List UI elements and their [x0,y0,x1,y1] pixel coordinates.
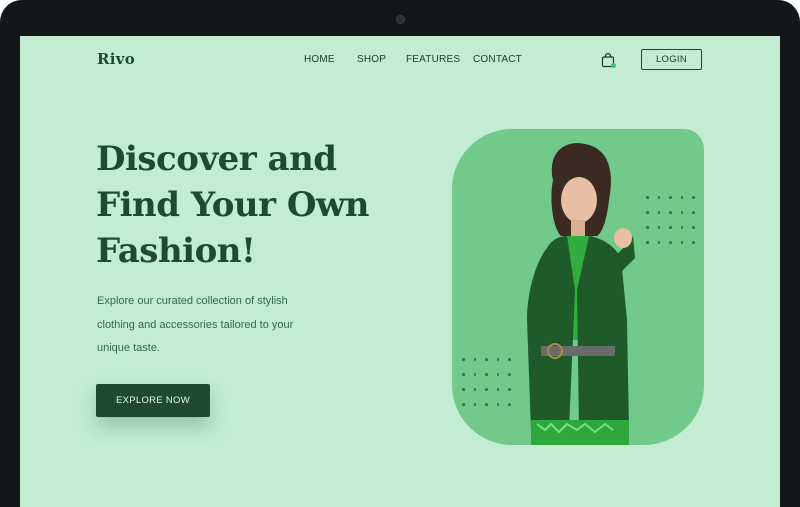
nav-item-features[interactable]: FEATURES [406,54,460,65]
dot [669,226,672,229]
dot [485,403,488,406]
dot [508,403,511,406]
dot [657,226,661,229]
model-photo [527,143,635,445]
hero-description-line: unique taste. [97,342,160,354]
dot [462,358,465,361]
dot [473,403,477,406]
webcam-icon [396,15,405,24]
dot [669,196,672,199]
dot [692,196,695,199]
dot [485,358,488,361]
dot [646,196,649,199]
dot [657,241,661,244]
dot [680,196,684,199]
dot [508,388,511,391]
dot [462,403,465,406]
dot [692,226,695,229]
dot [657,211,661,214]
hero-title-line: Discover and [96,139,337,179]
dot [462,388,465,391]
dot [485,388,488,391]
hero-title-line: Fashion! [96,231,256,271]
website-screen: Rivo HOME SHOP FEATURES CONTACT LOGIN Di… [20,36,780,507]
dot [680,241,684,244]
dot [496,358,500,361]
dot [646,211,649,214]
hero-title-line: Find Your Own [96,185,369,225]
hero-title: Discover and Find Your Own Fashion! [96,136,416,274]
dot [496,403,500,406]
login-button[interactable]: LOGIN [641,49,702,70]
dot [680,211,684,214]
dot [508,358,511,361]
dot [669,241,672,244]
dot [669,211,672,214]
dot [646,226,649,229]
cart-badge [611,63,616,68]
dot [485,373,488,376]
dot [473,358,477,361]
dot [496,373,500,376]
dot [462,373,465,376]
dot [692,241,695,244]
dot [646,241,649,244]
dot [473,388,477,391]
dot [508,373,511,376]
dot [657,196,661,199]
dot [692,211,695,214]
dot [473,373,477,376]
dot [680,226,684,229]
nav-item-home[interactable]: HOME [304,54,335,65]
hero-description-line: Explore our curated collection of stylis… [97,295,288,307]
dot [496,388,500,391]
explore-now-button[interactable]: EXPLORE NOW [96,384,210,417]
nav-item-shop[interactable]: SHOP [357,54,386,65]
hero-description: Explore our curated collection of stylis… [97,290,337,361]
hero-description-line: clothing and accessories tailored to you… [97,318,294,331]
nav-item-contact[interactable]: CONTACT [473,54,522,65]
laptop-frame: Rivo HOME SHOP FEATURES CONTACT LOGIN Di… [0,0,800,507]
